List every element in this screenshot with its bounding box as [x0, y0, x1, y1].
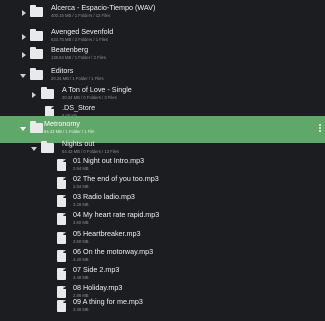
folder-icon [41, 141, 54, 153]
chevron-down-icon[interactable] [20, 127, 26, 131]
chevron-right-icon[interactable] [22, 34, 26, 40]
tree-item-meta: 400.15 MB / 1 Folders / 12 Files [51, 13, 111, 18]
folder-icon [30, 29, 43, 41]
file-tree-panel: Alcerca - Espacio-Tiempo (WAV) 400.15 MB… [0, 0, 325, 321]
tree-item-name: Beatenberg [51, 45, 89, 54]
file-icon [57, 213, 66, 225]
tree-item-meta: 64.43 MB / 1 Folder / 1 File [44, 129, 95, 134]
tree-item-name: 08 Holiday.mp3 [73, 283, 123, 292]
folder-icon [30, 68, 43, 80]
file-icon [57, 250, 66, 262]
tree-item-name: 02 The end of you too.mp3 [73, 174, 159, 183]
chevron-right-icon[interactable] [22, 52, 26, 58]
tree-item-meta: 138.54 MB / 1 Folder / 2 Files [51, 55, 106, 60]
tree-item-name: Alcerca - Espacio-Tiempo (WAV) [51, 3, 156, 12]
folder-icon [41, 87, 54, 99]
tree-item-name: Avenged Sevenfold [51, 27, 114, 36]
chevron-down-icon[interactable] [31, 147, 37, 151]
folder-icon [30, 47, 43, 59]
folder-icon [30, 121, 43, 133]
tree-item-name: 01 Night out Intro.mp3 [73, 156, 145, 165]
folder-icon [30, 5, 43, 17]
file-icon [57, 300, 66, 312]
tree-item-name: 07 Side 2.mp3 [73, 265, 120, 274]
tree-item-name: .DS_Store [62, 103, 96, 112]
file-icon [57, 177, 66, 189]
tree-item-name: Metronomy [44, 119, 80, 128]
tree-item-name: 05 Heartbreaker.mp3 [73, 229, 141, 238]
more-vertical-icon[interactable] [319, 124, 321, 134]
file-icon [57, 195, 66, 207]
file-icon [57, 159, 66, 171]
file-icon [57, 268, 66, 280]
chevron-down-icon[interactable] [20, 74, 26, 78]
tree-item-name: A Ton of Love - Single [62, 85, 132, 94]
tree-row-09-a-thing-for-me[interactable]: 09 A thing for me.mp3 3.36 MB [0, 294, 325, 321]
tree-item-name: 04 My heart rate rapid.mp3 [73, 210, 160, 219]
tree-item-name: 09 A thing for me.mp3 [73, 297, 143, 306]
tree-item-name: Editors [51, 66, 74, 75]
tree-item-name: Nights out [62, 139, 95, 148]
tree-item-name: 06 On the motorway.mp3 [73, 247, 154, 256]
tree-row-alcerca[interactable]: Alcerca - Espacio-Tiempo (WAV) 400.15 MB… [0, 0, 325, 27]
chevron-right-icon[interactable] [22, 10, 26, 16]
file-icon [57, 232, 66, 244]
tree-item-meta: 3.36 MB [73, 307, 89, 312]
tree-item-name: 03 Radio ladio.mp3 [73, 192, 135, 201]
chevron-right-icon[interactable] [32, 92, 36, 98]
